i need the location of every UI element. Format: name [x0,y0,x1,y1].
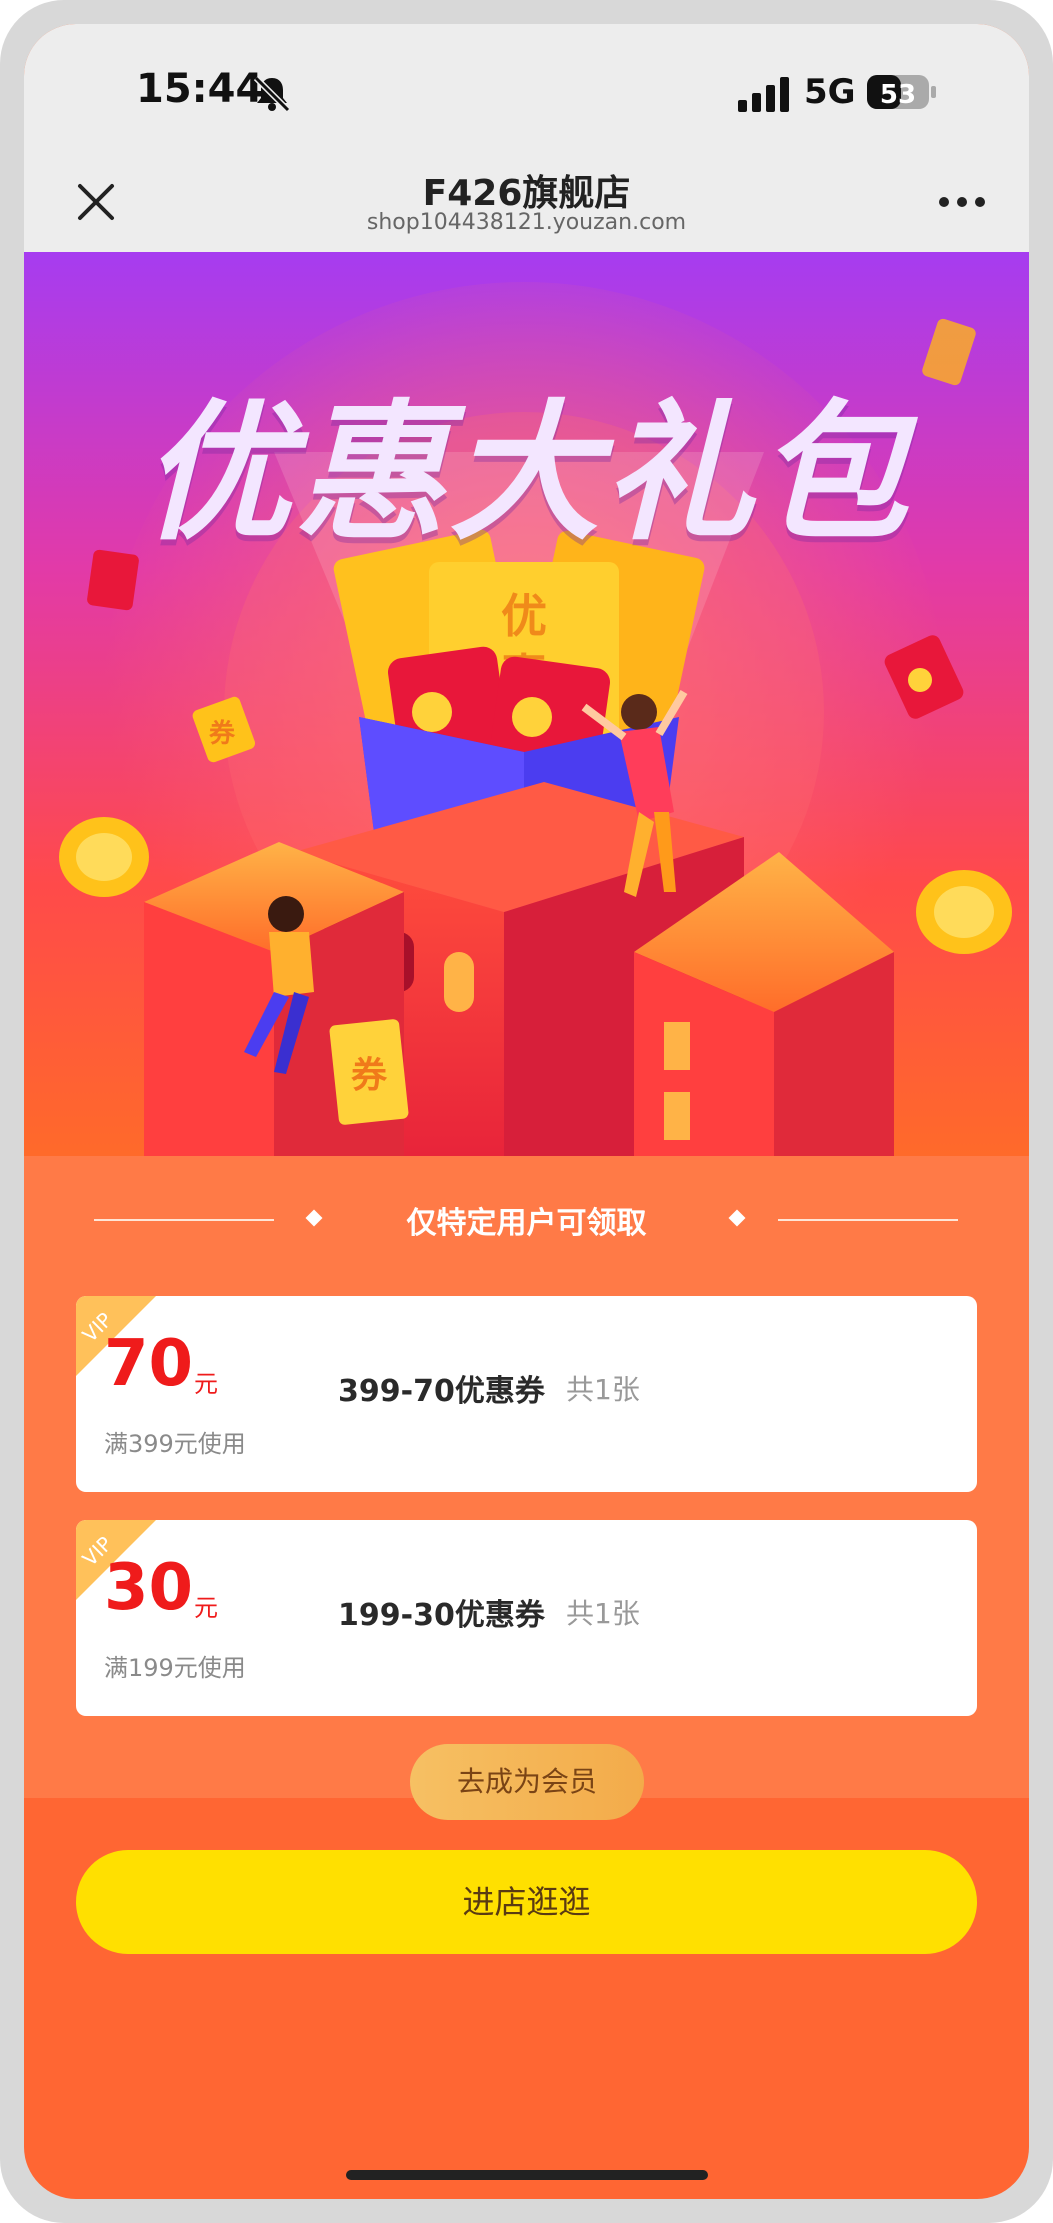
banner-title: 优惠大礼包 [141,387,912,561]
coupon-condition: 满399元使用 [104,1430,246,1458]
coupon-name: 199-30优惠券 [338,1598,545,1633]
card-char-1: 优 [501,589,547,643]
page-subtitle-url: shop104438121.youzan.com [366,210,687,235]
coupon-card[interactable]: VIP 30 元 满199元使用 199-30优惠券 共1张 [76,1520,977,1716]
coupon-condition: 满199元使用 [104,1654,246,1682]
signal-icon [738,77,789,112]
coupon-unit: 元 [194,1370,218,1398]
page-title: F426旗舰店 [422,173,631,214]
coupon-amount: 70 [104,1327,194,1401]
more-icon[interactable] [934,182,990,222]
coupon-count: 共1张 [566,1373,640,1406]
phone-screen: 15:44 5G 53 F426旗舰店 shop104438121.youzan… [24,24,1029,2199]
status-time: 15:44 [136,66,264,112]
coupon-tag: 券 [329,1019,409,1125]
coupon-section: 仅特定用户可领取 VIP 70 元 满399元使用 399-70优惠券 共1张 … [24,1156,1029,1820]
visit-shop-button[interactable]: 进店逛逛 [76,1850,977,1954]
tag-char: 券 [351,1055,388,1096]
battery-icon: 53 [867,75,936,110]
coupon-unit: 元 [194,1594,218,1622]
float-tag-char: 券 [209,719,236,749]
coupon-name: 399-70优惠券 [338,1374,545,1409]
top-bar: 15:44 5G 53 F426旗舰店 shop104438121.youzan… [24,24,1029,252]
battery-level: 53 [880,80,916,110]
promo-banner: 优 惠 [24,252,1029,1156]
coupon-count: 共1张 [566,1597,640,1630]
coupon-amount: 30 [104,1551,194,1625]
coupon-card[interactable]: VIP 70 元 满399元使用 399-70优惠券 共1张 [76,1296,977,1492]
home-indicator[interactable] [346,2170,708,2180]
divider-right [778,1219,958,1221]
network-type: 5G [804,72,856,112]
device-frame: 15:44 5G 53 F426旗舰店 shop104438121.youzan… [0,0,1053,2223]
become-member-button[interactable]: 去成为会员 [410,1744,644,1820]
bell-muted-icon [253,75,291,112]
